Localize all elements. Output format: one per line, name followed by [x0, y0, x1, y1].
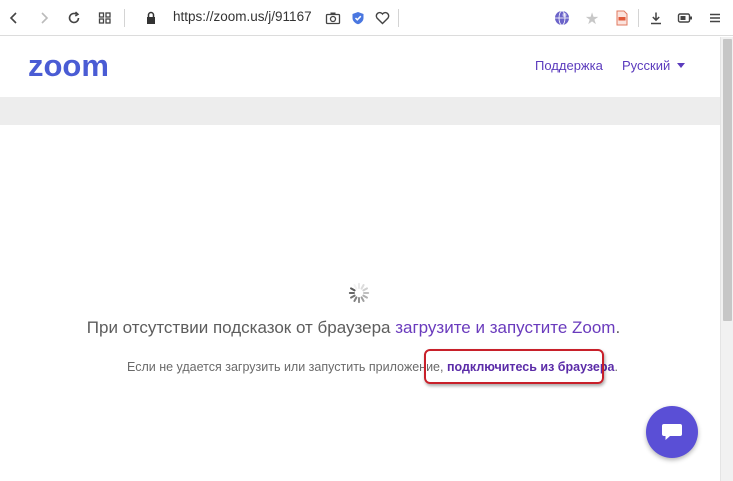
address-bar[interactable]: https://zoom.us/j/91167: [173, 9, 312, 24]
language-label: Русский: [622, 58, 671, 73]
lock-icon[interactable]: [141, 8, 161, 28]
back-icon[interactable]: [4, 8, 24, 28]
launch-instructions: При отсутствии подсказок от браузера заг…: [0, 318, 720, 338]
fallback-period: .: [614, 360, 618, 374]
loading-spinner-icon: [348, 282, 370, 304]
toolbar-divider: [398, 9, 399, 27]
heart-icon[interactable]: [372, 8, 392, 28]
shield-icon[interactable]: [348, 8, 368, 28]
battery-icon[interactable]: [675, 8, 695, 28]
reload-icon[interactable]: [64, 8, 84, 28]
chat-button[interactable]: [646, 406, 698, 458]
launch-instructions-text: При отсутствии подсказок от браузера: [86, 318, 396, 337]
grid-icon[interactable]: [95, 8, 115, 28]
zoom-logo[interactable]: zoom: [28, 48, 109, 84]
language-selector[interactable]: Русский: [622, 58, 685, 73]
download-icon[interactable]: [646, 8, 666, 28]
camera-icon[interactable]: [323, 8, 343, 28]
globe-icon[interactable]: [552, 8, 572, 28]
header-separator-band: [0, 97, 720, 125]
forward-icon[interactable]: [34, 8, 54, 28]
chat-bubble-icon: [662, 424, 682, 440]
menu-icon[interactable]: [705, 8, 725, 28]
support-link[interactable]: Поддержка: [535, 58, 603, 73]
browser-toolbar: https://zoom.us/j/91167 ★: [0, 0, 733, 36]
toolbar-divider: [638, 9, 639, 27]
vertical-scrollbar[interactable]: [720, 37, 733, 481]
highlight-box: [424, 349, 604, 384]
caret-down-icon: [676, 63, 685, 68]
toolbar-divider: [124, 9, 125, 27]
web-page: zoom Поддержка Русский При отсутствии по…: [0, 37, 720, 481]
star-icon[interactable]: ★: [582, 8, 602, 28]
download-launch-link[interactable]: загрузите и запустите Zoom: [395, 318, 615, 337]
launch-instructions-period: .: [615, 318, 621, 337]
pdf-icon[interactable]: [612, 8, 632, 28]
fallback-text: Если не удается загрузить или запустить …: [127, 360, 447, 374]
scrollbar-thumb[interactable]: [723, 39, 732, 321]
